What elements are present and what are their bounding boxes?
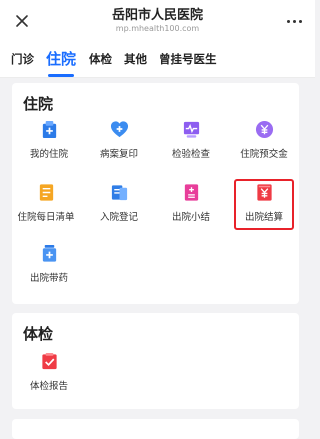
- tab-inpatient[interactable]: 住院: [46, 44, 76, 77]
- tab-outpatient[interactable]: 门诊: [11, 44, 34, 77]
- page-subtitle: mp.mhealth100.com: [115, 24, 200, 33]
- title-bar: 岳阳市人民医院 mp.mhealth100.com: [0, 0, 315, 44]
- more-icon: [286, 19, 302, 23]
- daily-list-label: 住院每日清单: [17, 212, 75, 223]
- exam-report-icon: [41, 352, 57, 370]
- physical-exam-section-title: 体检: [23, 325, 54, 343]
- my-inpatient-item[interactable]: 我的住院: [13, 120, 85, 161]
- exam-report-label: 体检报告: [29, 381, 68, 392]
- more-button[interactable]: [281, 10, 307, 32]
- lab-exam-icon: [183, 121, 199, 138]
- close-icon: [16, 15, 28, 27]
- medical-record-copy-label: 病案复印: [99, 149, 138, 160]
- discharge-settlement-highlight: [234, 179, 294, 230]
- exam-report-item[interactable]: 体检报告: [13, 352, 85, 393]
- discharge-summary-item[interactable]: 出院小结: [155, 183, 227, 224]
- admission-registration-icon: [111, 185, 127, 201]
- tab-physical-exam[interactable]: 体检: [89, 44, 112, 77]
- lab-exam-item[interactable]: 检验检查: [155, 120, 227, 161]
- close-button[interactable]: [10, 9, 34, 33]
- tab-other[interactable]: 其他: [124, 44, 147, 77]
- prepayment-label: 住院预交金: [240, 149, 288, 160]
- page-title: 岳阳市人民医院: [111, 8, 203, 23]
- discharge-medication-item[interactable]: 出院带药: [13, 244, 85, 285]
- discharge-medication-label: 出院带药: [29, 273, 68, 284]
- prepayment-item[interactable]: 住院预交金: [228, 120, 300, 161]
- admission-registration-item[interactable]: 入院登记: [83, 183, 155, 224]
- inpatient-section-title: 住院: [23, 95, 54, 113]
- discharge-medication-icon: [42, 244, 56, 262]
- title-block: 岳阳市人民医院 mp.mhealth100.com: [60, 8, 255, 34]
- discharge-summary-label: 出院小结: [171, 212, 210, 223]
- daily-list-icon: [39, 184, 53, 201]
- medical-record-copy-icon: [110, 121, 128, 138]
- medical-record-copy-item[interactable]: 病案复印: [83, 120, 155, 161]
- admission-registration-label: 入院登记: [99, 212, 138, 223]
- my-inpatient-label: 我的住院: [29, 149, 68, 160]
- daily-list-item[interactable]: 住院每日清单: [10, 183, 82, 224]
- tab-previous-doctors[interactable]: 曾挂号医生: [159, 44, 217, 77]
- prepayment-icon: [255, 120, 273, 139]
- next-section: [12, 419, 299, 439]
- lab-exam-label: 检验检查: [171, 149, 210, 160]
- my-inpatient-icon: [42, 120, 56, 139]
- discharge-summary-icon: [184, 184, 198, 201]
- tab-bar: 门诊 住院 体检 其他 曾挂号医生: [0, 44, 315, 78]
